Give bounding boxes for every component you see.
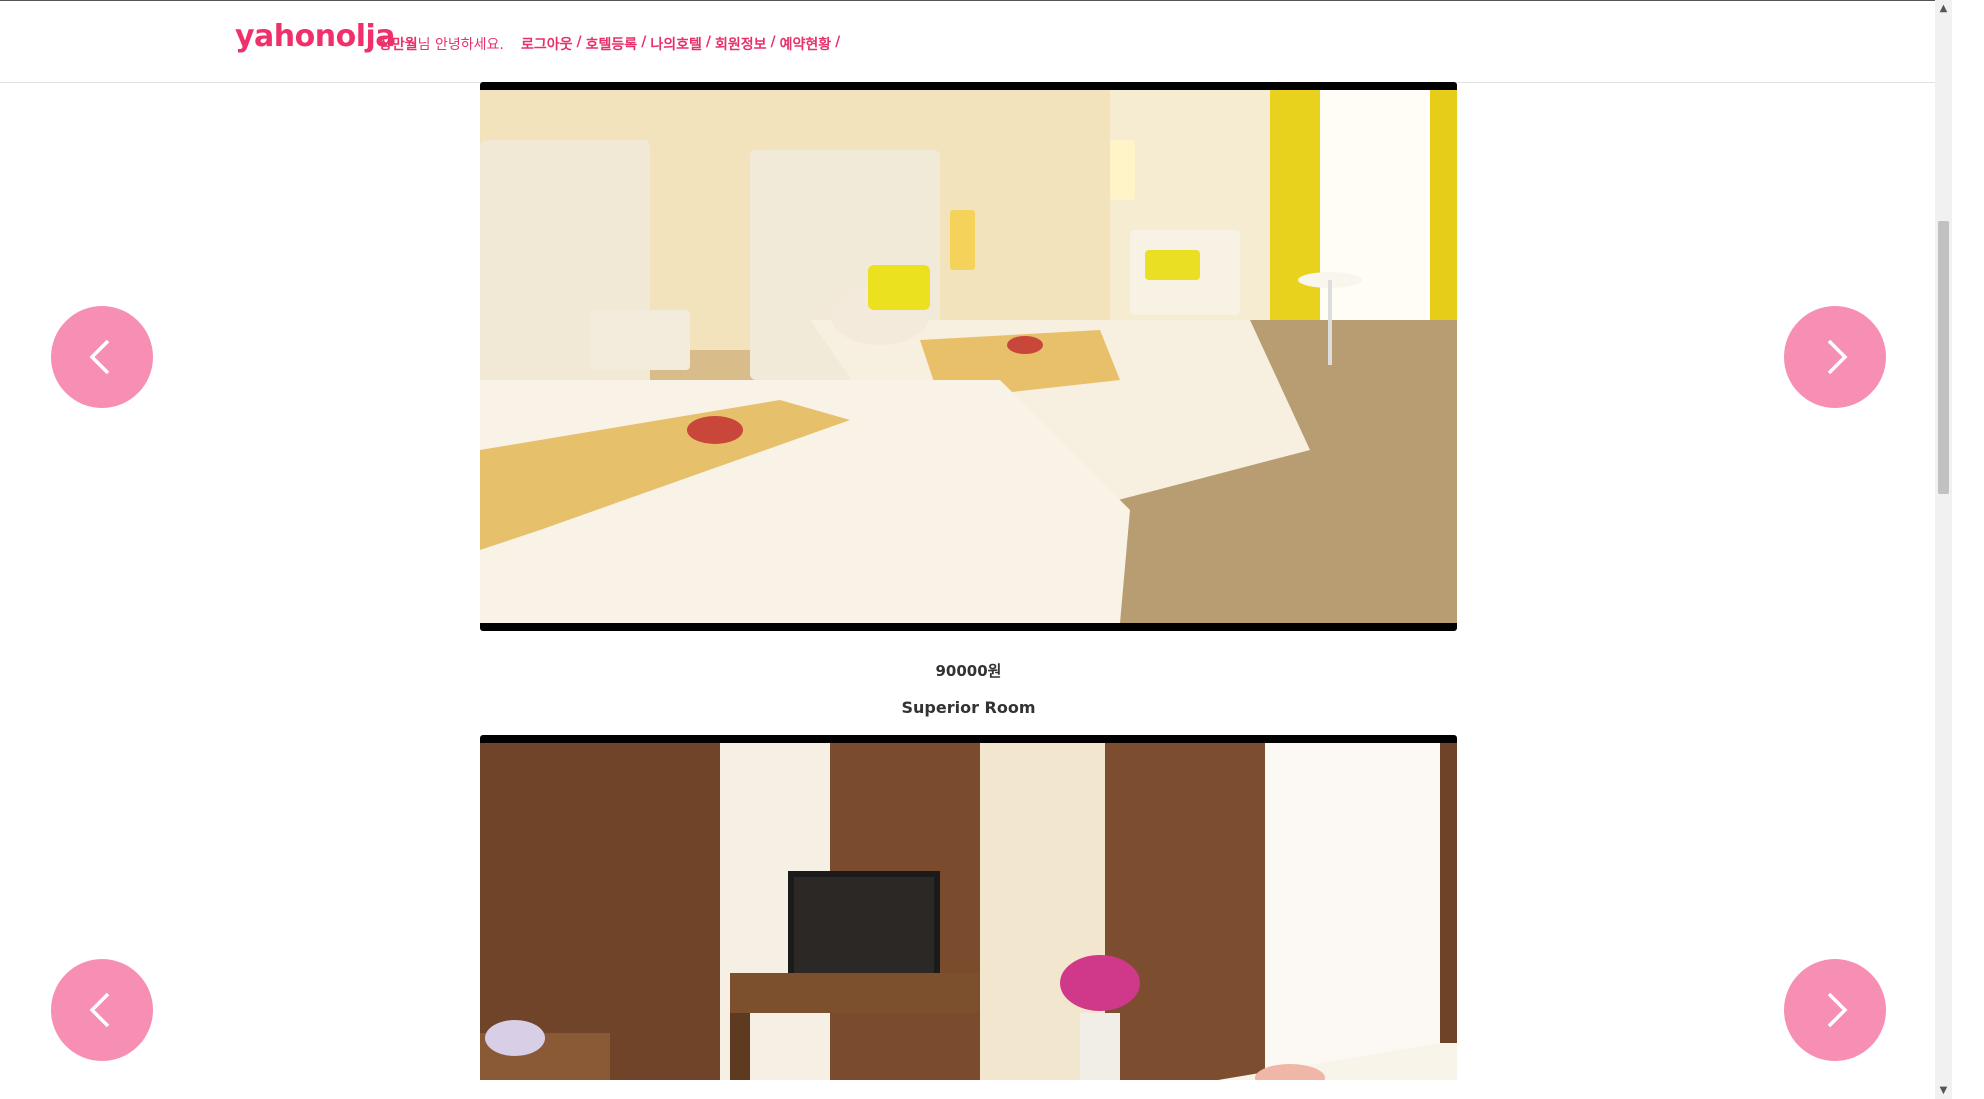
main-nav: 로그아웃 / 호텔등록 / 나의호텔 / 회원정보 / 예약현황 / xyxy=(521,34,840,54)
room-image-1[interactable] xyxy=(480,82,1457,631)
nav-reservations[interactable]: 예약현황 xyxy=(780,34,832,54)
room-price: 90000원 xyxy=(935,662,1002,680)
prev-button[interactable] xyxy=(51,306,153,408)
scroll-thumb[interactable] xyxy=(1938,221,1949,494)
page-viewport: yahonolja 장만월님 안녕하세요. 로그아웃 / 호텔등록 / 나의호텔… xyxy=(0,0,1935,1080)
nav-my-hotel[interactable]: 나의호텔 xyxy=(650,34,702,54)
nav-member-info[interactable]: 회원정보 xyxy=(715,34,767,54)
greeting-text: 님 안녕하세요. xyxy=(417,37,504,53)
scroll-up-icon[interactable]: ▲ xyxy=(1935,0,1952,17)
next-button[interactable] xyxy=(1784,306,1886,408)
nav-logout[interactable]: 로그아웃 xyxy=(521,34,573,54)
nav-separator: / xyxy=(576,34,582,50)
room-image-2[interactable] xyxy=(480,735,1457,1080)
nav-separator: / xyxy=(770,34,776,50)
chevron-left-icon xyxy=(89,339,110,375)
prev-button[interactable] xyxy=(51,959,153,1061)
scroll-down-icon[interactable]: ▼ xyxy=(1935,1082,1952,1099)
vertical-scrollbar[interactable]: ▲ ▼ xyxy=(1935,0,1952,1099)
next-button[interactable] xyxy=(1784,959,1886,1061)
user-name: 장만월 xyxy=(379,37,418,53)
chevron-right-icon xyxy=(1827,992,1848,1028)
room-photo-1 xyxy=(480,90,1457,623)
brand-logo[interactable]: yahonolja xyxy=(235,19,396,54)
user-greeting: 장만월님 안녕하세요. xyxy=(379,34,504,54)
site-header: yahonolja 장만월님 안녕하세요. 로그아웃 / 호텔등록 / 나의호텔… xyxy=(0,1,1935,83)
nav-hotel-register[interactable]: 호텔등록 xyxy=(586,34,638,54)
nav-separator: / xyxy=(641,34,647,50)
nav-separator: / xyxy=(705,34,711,50)
room-photo-2 xyxy=(480,743,1457,1080)
room-name: Superior Room xyxy=(901,698,1036,717)
nav-separator: / xyxy=(835,34,841,50)
chevron-right-icon xyxy=(1827,339,1848,375)
chevron-left-icon xyxy=(89,992,110,1028)
